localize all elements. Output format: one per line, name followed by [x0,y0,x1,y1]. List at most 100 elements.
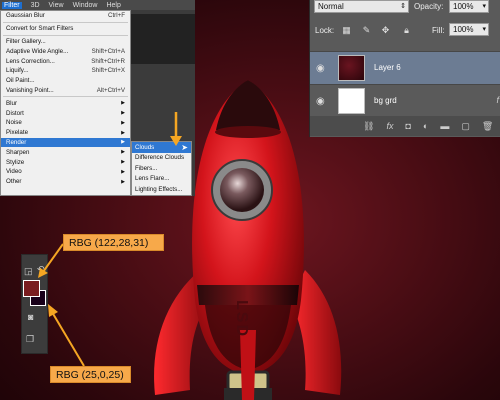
filter-menu: Gaussian Blur Ctrl+F Convert for Smart F… [0,10,131,196]
menu-separator [3,21,128,23]
menu-item-label: Other [6,178,22,186]
menubar: Filter 3D View Window Help [0,0,195,10]
visibility-eye-icon[interactable]: ◉ [316,63,325,74]
rocket-window [220,168,264,212]
menu-item-other[interactable]: Other ▶ [1,177,130,187]
menu-item-vanishing-point[interactable]: Vanishing Point... Alt+Ctrl+V [1,86,130,96]
menu-item-adaptive-wide-angle[interactable]: Adaptive Wide Angle... Shift+Ctrl+A [1,46,130,56]
menu-item-convert-smart-filters[interactable]: Convert for Smart Filters [1,24,130,34]
workspace-dark-area [131,14,195,64]
new-group-icon[interactable]: ▬ [440,121,449,131]
submenu-arrow-icon: ▶ [121,178,125,185]
quick-mask-icon[interactable]: ◙ [28,312,33,322]
layer-row-bg-grd[interactable]: ◉ bg grd f [310,84,500,117]
menu-item-pixelate[interactable]: Pixelate ▶ [1,128,130,138]
new-layer-icon[interactable]: ▢ [461,121,470,132]
visibility-eye-icon[interactable]: ◉ [316,96,325,107]
menu-item-shortcut: Shift+Ctrl+R [91,57,125,65]
menu-item-label: Render [6,138,27,146]
menu-item-label: Fibers... [135,164,158,172]
callout-arrow-bg [48,304,85,367]
layer-name: bg grd [374,96,397,105]
lock-brush-icon[interactable]: ✎ [361,25,372,36]
callout-arrow-fg [38,243,64,278]
menu-item-label: Gaussian Blur [6,12,45,20]
menu-item-label: Convert for Smart Filters [6,25,74,33]
lock-move-icon[interactable]: ✥ [380,25,391,36]
menu-filter[interactable]: Filter [2,1,22,9]
menu-item-shortcut: Ctrl+F [107,12,125,20]
menu-item-video[interactable]: Video ▶ [1,167,130,177]
menu-item-sharpen[interactable]: Sharpen ▶ [1,147,130,157]
fx-icon[interactable]: fx [386,121,393,131]
submenu-item-difference-clouds[interactable]: Difference Clouds [132,153,191,164]
background-color-callout: RBG (25,0,25) [50,366,131,383]
fill-field[interactable]: 100% ▾ [449,23,489,36]
menu-separator [3,34,128,36]
submenu-arrow-icon: ▶ [121,168,125,175]
menu-item-stylize[interactable]: Stylize ▶ [1,157,130,167]
menu-item-oil-paint[interactable]: Oil Paint... [1,76,130,86]
layers-panel: Normal ⇕ Opacity: 100% ▾ Lock: ▦ ✎ ✥ 🔒︎ … [309,0,500,137]
menu-view[interactable]: View [49,2,64,9]
menu-item-distort[interactable]: Distort ▶ [1,108,130,118]
menu-item-label: Blur [6,99,18,107]
menu-item-label: Lens Flare... [135,175,170,183]
menu-item-shortcut: Shift+Ctrl+A [91,47,125,55]
menu-item-blur[interactable]: Blur ▶ [1,98,130,108]
submenu-arrow-icon: ▶ [121,119,125,126]
submenu-arrow-icon: ▶ [121,149,125,156]
menu-item-shortcut: Alt+Ctrl+V [96,86,125,94]
submenu-item-lighting-effects[interactable]: Lighting Effects... [132,184,191,195]
foreground-color-callout: RBG (122,28,31) [63,234,164,251]
rocket-label: LSD [233,300,250,338]
menu-separator [3,96,128,98]
menu-item-liquify[interactable]: Liquify... Shift+Ctrl+X [1,66,130,76]
layer-row-layer-6[interactable]: ◉ Layer 6 [310,51,500,84]
add-mask-icon[interactable]: ◘ [405,121,410,131]
menu-help[interactable]: Help [106,2,120,9]
trash-icon[interactable]: 🗑︎ [482,121,493,132]
menu-item-last-filter[interactable]: Gaussian Blur Ctrl+F [1,11,130,21]
menu-item-label: Liquify... [6,67,29,75]
lock-transparent-icon[interactable]: ▦ [341,25,352,36]
rocket-nose [216,80,280,130]
menu-item-label: Distort [6,109,24,117]
menu-window[interactable]: Window [73,2,98,9]
adjustment-layer-icon[interactable]: ◐ [423,121,428,131]
menu-item-filter-gallery[interactable]: Filter Gallery... [1,37,130,47]
menu-3d[interactable]: 3D [31,2,40,9]
lock-all-icon[interactable]: 🔒︎ [401,25,412,36]
fill-label: Fill: [432,26,445,35]
opacity-label: Opacity: [414,2,444,11]
menu-item-noise[interactable]: Noise ▶ [1,118,130,128]
menu-item-lens-correction[interactable]: Lens Correction... Shift+Ctrl+R [1,56,130,66]
chevron-down-icon: ▾ [482,3,486,10]
submenu-item-lens-flare[interactable]: Lens Flare... [132,174,191,185]
menu-item-label: Stylize [6,158,25,166]
menu-item-label: Clouds [135,143,155,151]
menu-item-label: Filter Gallery... [6,37,46,45]
submenu-arrow-icon: ▶ [121,159,125,166]
submenu-item-fibers[interactable]: Fibers... [132,163,191,174]
layer-thumbnail [338,55,365,81]
menu-item-label: Lighting Effects... [135,185,183,193]
menu-item-label: Difference Clouds [135,154,185,162]
menu-item-label: Video [6,168,22,176]
menu-item-label: Oil Paint... [6,77,35,85]
menu-item-label: Adaptive Wide Angle... [6,47,69,55]
pointer-arrow-icon [170,112,182,146]
link-layers-icon[interactable]: ⛓ [363,121,374,132]
menu-item-label: Pixelate [6,129,29,137]
foreground-color-swatch[interactable] [23,280,40,297]
screen-mode-icon[interactable]: ❐ [26,334,34,345]
render-submenu: Clouds ➤ Difference Clouds Fibers... Lens… [131,141,192,196]
submenu-arrow-icon: ▶ [121,100,125,107]
opacity-field[interactable]: 100% ▾ [449,0,489,13]
submenu-arrow-icon: ▶ [121,129,125,136]
default-colors-icon[interactable]: ◲ [24,266,33,277]
menu-item-render[interactable]: Render ▶ [1,137,130,148]
menu-item-shortcut: Shift+Ctrl+X [91,67,125,75]
menu-item-label: Lens Correction... [6,57,55,65]
blend-mode-select[interactable]: Normal ⇕ [314,0,409,13]
